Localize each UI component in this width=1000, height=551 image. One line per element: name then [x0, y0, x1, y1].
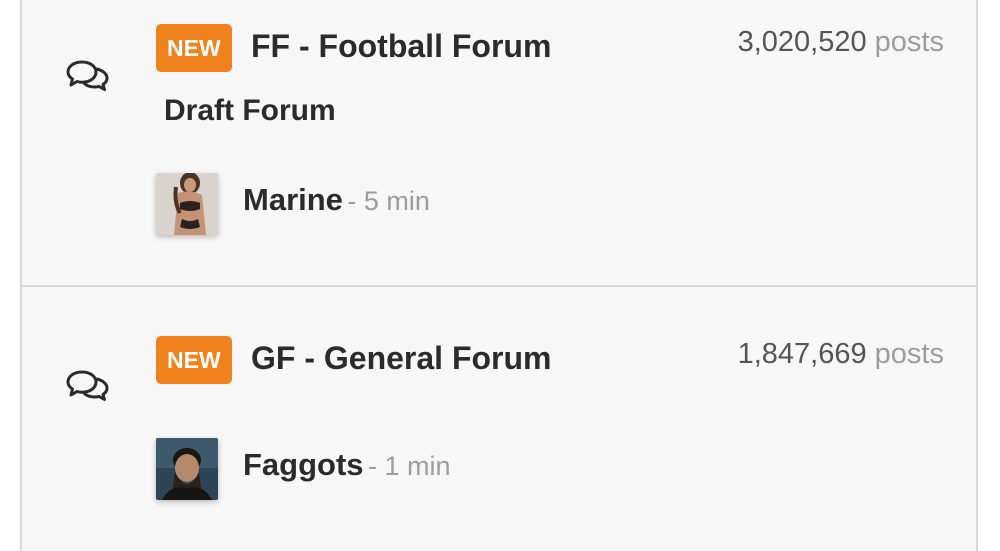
last-post-user[interactable]: Faggots [243, 447, 364, 482]
avatar[interactable] [156, 438, 218, 500]
post-count-number: 1,847,669 [737, 338, 867, 370]
new-badge: NEW [156, 336, 232, 384]
chat-bubbles-icon [66, 60, 109, 91]
last-post-time: - 1 min [368, 451, 451, 481]
chat-bubbles-icon [66, 370, 109, 401]
avatar-image [156, 173, 218, 235]
post-count: 1,847,669 posts [738, 338, 944, 371]
forum-title[interactable]: FF - Football Forum [251, 28, 551, 65]
avatar[interactable] [156, 173, 218, 235]
last-post-time: - 5 min [347, 186, 430, 216]
forum-list: NEW FF - Football Forum 3,020,520 posts … [20, 0, 978, 551]
last-post: Faggots - 1 min [243, 447, 451, 483]
last-post: Marine - 5 min [243, 182, 430, 218]
post-count-unit: posts [874, 338, 944, 370]
avatar-image [156, 438, 218, 500]
new-badge: NEW [156, 24, 232, 72]
forum-title[interactable]: GF - General Forum [251, 340, 551, 377]
post-count: 3,020,520 posts [738, 26, 944, 59]
last-post-user[interactable]: Marine [243, 182, 343, 217]
post-count-number: 3,020,520 [737, 26, 867, 58]
post-count-unit: posts [874, 26, 944, 58]
forum-row-general[interactable]: NEW GF - General Forum 1,847,669 posts F… [22, 289, 978, 551]
subforum-link[interactable]: Draft Forum [164, 94, 336, 128]
forum-row-football[interactable]: NEW FF - Football Forum 3,020,520 posts … [22, 0, 978, 287]
